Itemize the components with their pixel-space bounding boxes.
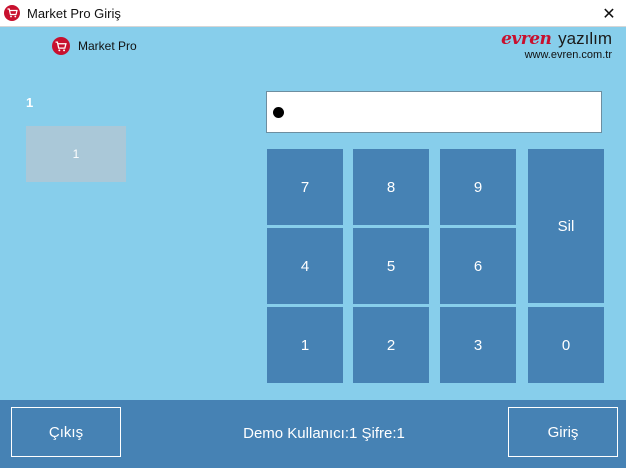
keypad-key-0[interactable]: 0 (528, 307, 604, 383)
close-icon: ✕ (602, 5, 616, 23)
login-button[interactable]: Giriş (508, 407, 618, 457)
app-cart-icon (4, 5, 20, 21)
vendor-logo-word: evren (501, 29, 552, 49)
password-mask-dot (273, 106, 284, 118)
keypad-key-4[interactable]: 4 (267, 228, 343, 304)
keypad-key-3[interactable]: 3 (440, 307, 516, 383)
password-field[interactable] (266, 91, 602, 133)
cart-icon (52, 37, 70, 55)
vendor-url: www.evren.com.tr (524, 49, 612, 61)
footer-bar: Çıkış Demo Kullanıcı:1 Şifre:1 Giriş (0, 400, 626, 468)
user-group-label: 1 (26, 95, 34, 110)
keypad-key-5[interactable]: 5 (353, 228, 429, 304)
title-bar: Market Pro Giriş ✕ (0, 0, 626, 27)
user-tile[interactable]: 1 (26, 126, 126, 182)
keypad-key-1[interactable]: 1 (267, 307, 343, 383)
keypad-key-2[interactable]: 2 (353, 307, 429, 383)
brand-name: Market Pro (78, 39, 137, 53)
window-title: Market Pro Giriş (27, 6, 121, 21)
close-button[interactable]: ✕ (592, 0, 626, 27)
delete-button[interactable]: Sil (528, 149, 604, 303)
vendor-logo-suffix: yazılım (558, 29, 612, 48)
keypad-key-9[interactable]: 9 (440, 149, 516, 225)
brand: Market Pro (52, 37, 137, 55)
keypad-key-8[interactable]: 8 (353, 149, 429, 225)
vendor-logo: evren yazılım www.evren.com.tr (501, 29, 612, 62)
keypad-key-7[interactable]: 7 (267, 149, 343, 225)
exit-button[interactable]: Çıkış (11, 407, 121, 457)
keypad-key-6[interactable]: 6 (440, 228, 516, 304)
user-tile-label: 1 (72, 147, 80, 161)
demo-credentials-text: Demo Kullanıcı:1 Şifre:1 (243, 425, 405, 442)
